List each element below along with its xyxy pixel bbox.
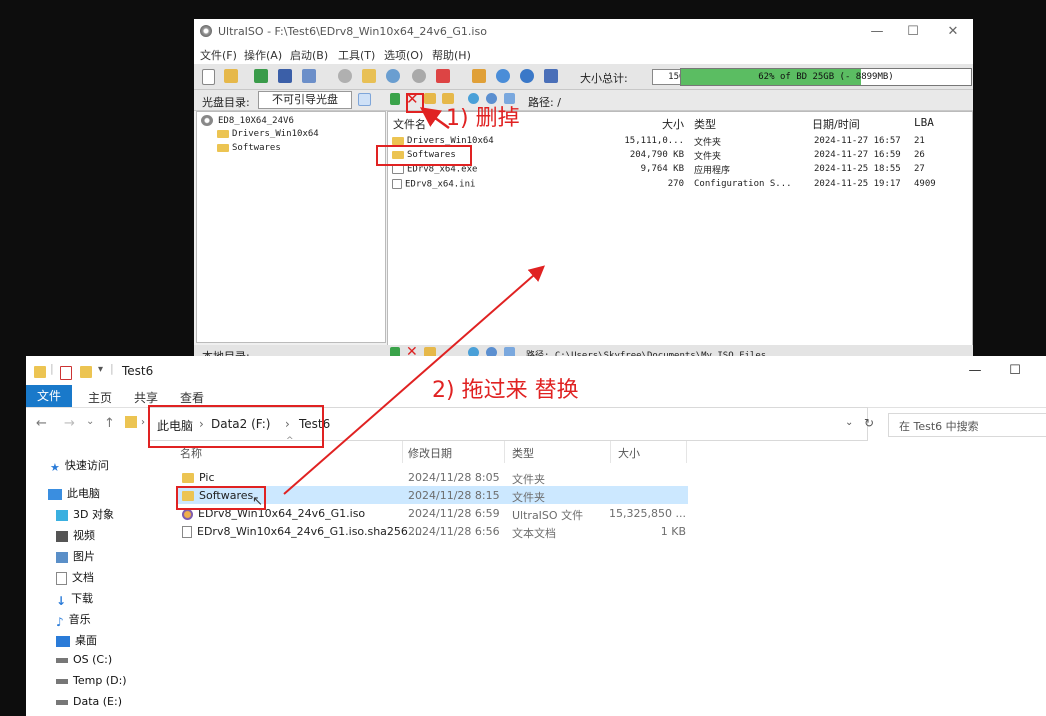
step2-annotation: 2) 拖过来 替换	[432, 378, 579, 403]
annotation-arrows	[283, 107, 546, 495]
step1-annotation: 1) 删掉	[446, 106, 520, 131]
